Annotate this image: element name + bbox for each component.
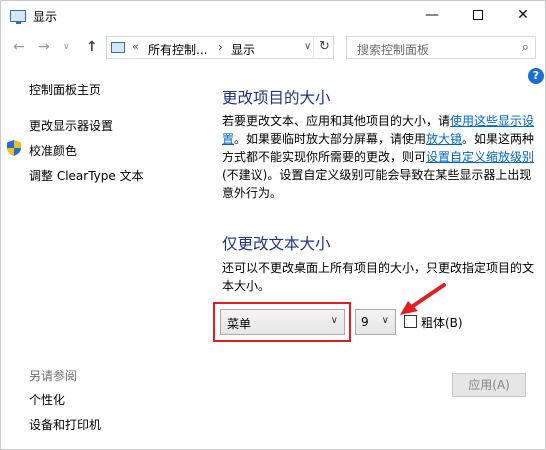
breadcrumb-all-control-panel[interactable]: 所有控制... — [148, 41, 207, 58]
change-text-size-description: 还可以不更改桌面上所有项目的大小，只更改指定项目的文本大小。 — [222, 261, 535, 293]
forward-button[interactable]: → — [38, 37, 50, 57]
item-select[interactable]: 菜单 ∨ — [220, 309, 345, 335]
description-text: 。如果要临时放大部分屏幕，请使用 — [234, 132, 427, 146]
breadcrumb-display[interactable]: 显示 — [231, 41, 255, 58]
maximize-button[interactable] — [456, 1, 500, 31]
sidebar-devices-and-printers[interactable]: 设备和打印机 — [29, 416, 101, 433]
item-select-value: 菜单 — [227, 317, 252, 331]
up-button[interactable]: ↑ — [86, 37, 98, 57]
help-icon[interactable]: ? — [528, 68, 544, 84]
search-icon: ⌕ — [521, 40, 529, 55]
sidebar-control-panel-home[interactable]: 控制面板主页 — [29, 81, 101, 98]
font-size-select[interactable]: 9 ∨ — [355, 309, 396, 335]
search-placeholder: 搜索控制面板 — [357, 43, 430, 57]
display-window: 显示 — ✕ ← → ∨ ↑ « 所有控制... › 显示 ∨ 搜索控制面板 ⌕… — [0, 0, 546, 450]
recent-locations-button[interactable]: ∨ — [63, 37, 70, 57]
title-bar: 显示 — ✕ — [1, 1, 545, 31]
navigation-bar: ← → ∨ ↑ « 所有控制... › 显示 ∨ 搜索控制面板 ⌕ — [1, 31, 545, 63]
see-also-heading: 另请参阅 — [29, 369, 78, 383]
sidebar-adjust-cleartype[interactable]: 调整 ClearType 文本 — [29, 167, 144, 184]
red-arrow-annotation — [400, 283, 446, 315]
sidebar-change-display-settings[interactable]: 更改显示器设置 — [29, 117, 113, 134]
search-box[interactable]: 搜索控制面板 ⌕ — [346, 36, 536, 59]
breadcrumb-separator[interactable]: › — [218, 40, 223, 54]
shield-icon — [7, 140, 21, 156]
monitor-icon — [10, 10, 26, 24]
magnifier-link[interactable]: 放大镜 — [426, 132, 462, 146]
description-text: (不建议)。设置自定义级别可能会导致在某些显示器上出现意外行为。 — [222, 168, 532, 200]
apply-button[interactable]: 应用(A) — [452, 373, 526, 397]
address-bar[interactable]: « 所有控制... › 显示 ∨ — [106, 36, 334, 59]
control-panel-icon — [111, 42, 125, 53]
change-item-size-heading: 更改项目的大小 — [222, 89, 331, 107]
sidebar-calibrate-color[interactable]: 校准颜色 — [29, 142, 77, 159]
back-button[interactable]: ← — [13, 37, 25, 57]
address-dropdown-button[interactable]: ∨ — [304, 41, 311, 52]
close-button[interactable]: ✕ — [501, 1, 545, 31]
refresh-button[interactable]: ↻ — [313, 36, 335, 59]
chevron-down-icon: ∨ — [381, 315, 389, 326]
sidebar-personalization[interactable]: 个性化 — [29, 391, 65, 408]
chevron-down-icon: ∨ — [330, 315, 338, 326]
custom-scaling-link[interactable]: 设置自定义缩放级别 — [426, 150, 534, 164]
font-size-select-value: 9 — [361, 315, 369, 329]
change-text-size-heading: 仅更改文本大小 — [222, 235, 331, 253]
maximize-icon — [473, 10, 483, 20]
window-title: 显示 — [33, 10, 58, 24]
minimize-button[interactable]: — — [410, 1, 454, 31]
change-item-size-description: 若要更改文本、应用和其他项目的大小，请使用这些显示设置。如果要临时放大部分屏幕，… — [222, 112, 540, 202]
description-text: 若要更改文本、应用和其他项目的大小，请 — [222, 114, 451, 128]
breadcrumb-overflow-button[interactable]: « — [132, 40, 139, 53]
